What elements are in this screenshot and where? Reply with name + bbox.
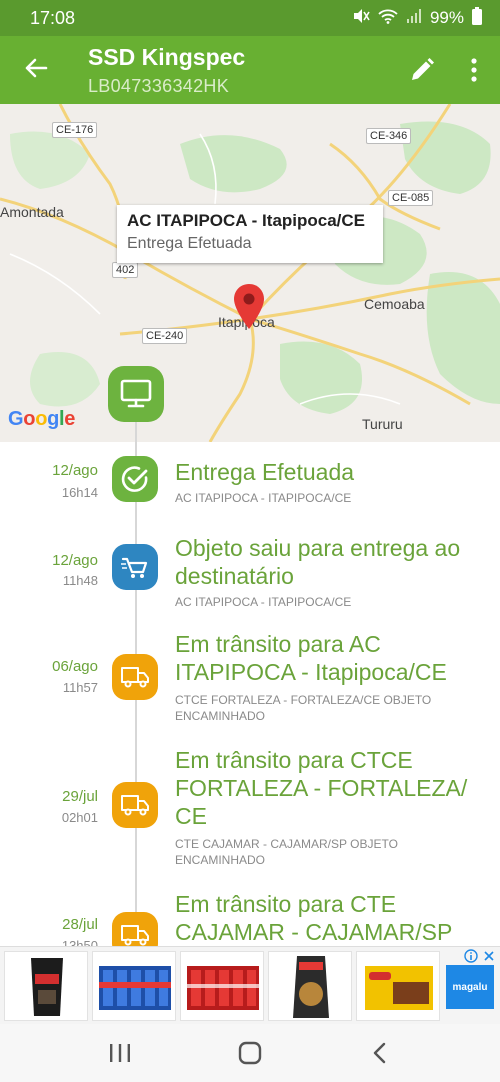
status-icons: 99%: [352, 6, 482, 30]
event-location: AC ITAPIPOCA - ITAPIPOCA/CE: [175, 595, 352, 609]
event-date: 29/jul: [62, 788, 98, 805]
event-time: 11h48: [62, 573, 98, 588]
app-bar: SSD Kingspec LB047336342HK: [0, 36, 500, 104]
ad-banner[interactable]: magalu: [0, 946, 500, 1025]
event-location: CTCE FORTALEZA - FORTALEZA/CE OBJETO ENC…: [175, 693, 432, 723]
road-label: CE-176: [52, 122, 98, 138]
battery-level: 99%: [429, 8, 464, 27]
ad-product[interactable]: [356, 951, 440, 1021]
info-window-title: AC ITAPIPOCA - Itapipoca/CE: [127, 211, 366, 230]
home-icon: [238, 1041, 262, 1065]
event-title: Em trânsito para CTCE FORTALEZA - FORTAL…: [175, 747, 468, 829]
check-icon: [112, 456, 158, 502]
status-bar: 17:08 99%: [0, 0, 500, 36]
more-vert-icon: [471, 58, 477, 82]
system-nav-bar: [0, 1024, 500, 1082]
event-title: Entrega Efetuada: [175, 459, 355, 485]
event-title: Objeto saiu para entrega ao destinatário: [175, 535, 461, 589]
edit-button[interactable]: [408, 56, 436, 84]
event-date: 06/ago: [52, 658, 98, 675]
map-terrain: [0, 104, 500, 442]
event-location: AC ITAPIPOCA - ITAPIPOCA/CE: [175, 491, 352, 505]
event-title: Em trânsito para AC ITAPIPOCA - Itapipoc…: [175, 631, 447, 685]
event-time: 11h57: [62, 680, 98, 695]
event-date: 12/ago: [52, 552, 98, 569]
magalu-logo[interactable]: magalu: [446, 965, 494, 1009]
road-label: CE-085: [388, 190, 434, 206]
status-time: 17:08: [30, 7, 76, 28]
wifi-icon: [378, 8, 398, 29]
ad-product[interactable]: [4, 951, 88, 1021]
chevron-left-icon: [373, 1042, 386, 1064]
map-info-window[interactable]: AC ITAPIPOCA - Itapipoca/CE Entrega Efet…: [117, 205, 383, 263]
recent-apps-icon: [110, 1044, 130, 1062]
info-window-status: Entrega Efetuada: [127, 235, 252, 252]
back-nav-button[interactable]: [370, 1041, 390, 1070]
mute-icon: [352, 8, 370, 29]
page-title: SSD Kingspec: [88, 44, 246, 70]
ad-product[interactable]: [92, 951, 176, 1021]
ad-product[interactable]: [180, 951, 264, 1021]
recent-apps-button[interactable]: [108, 1042, 132, 1069]
monitor-icon: [108, 366, 164, 422]
place-label: Tururu: [362, 416, 403, 432]
event-time: 16h14: [61, 485, 98, 500]
road-label: CE-346: [366, 128, 412, 144]
place-label: Cemoaba: [364, 296, 425, 312]
signal-icon: [406, 8, 422, 29]
back-button[interactable]: [20, 52, 52, 84]
more-options-button[interactable]: [462, 56, 486, 84]
event-title: Em trânsito para CTE CAJAMAR - CAJAMAR/S…: [175, 891, 453, 945]
tracking-code: LB047336342HK: [88, 76, 230, 96]
road-label: CE-240: [142, 328, 188, 344]
pencil-icon: [412, 58, 434, 80]
road-label: 402: [112, 262, 139, 278]
ad-close-icon[interactable]: [482, 949, 496, 968]
event-date: 12/ago: [52, 462, 98, 479]
ad-product[interactable]: [268, 951, 352, 1021]
event-time: 02h01: [61, 810, 98, 825]
place-label: Amontada: [0, 204, 64, 220]
event-date: 28/jul: [62, 916, 98, 933]
battery-icon: [472, 6, 482, 30]
ad-info-icon[interactable]: [464, 949, 478, 968]
arrow-back-icon: [25, 58, 48, 78]
event-location: CTE CAJAMAR - CAJAMAR/SP OBJETO ENCAMINH…: [175, 837, 398, 867]
delivery-cart-icon: [112, 544, 158, 590]
home-button[interactable]: [237, 1041, 263, 1070]
truck-icon: [112, 654, 158, 700]
truck-icon: [112, 782, 158, 828]
map-view[interactable]: CE-176 CE-346 CE-085 402 CE-240 Amontada…: [0, 104, 500, 442]
google-logo: Google: [8, 408, 76, 430]
